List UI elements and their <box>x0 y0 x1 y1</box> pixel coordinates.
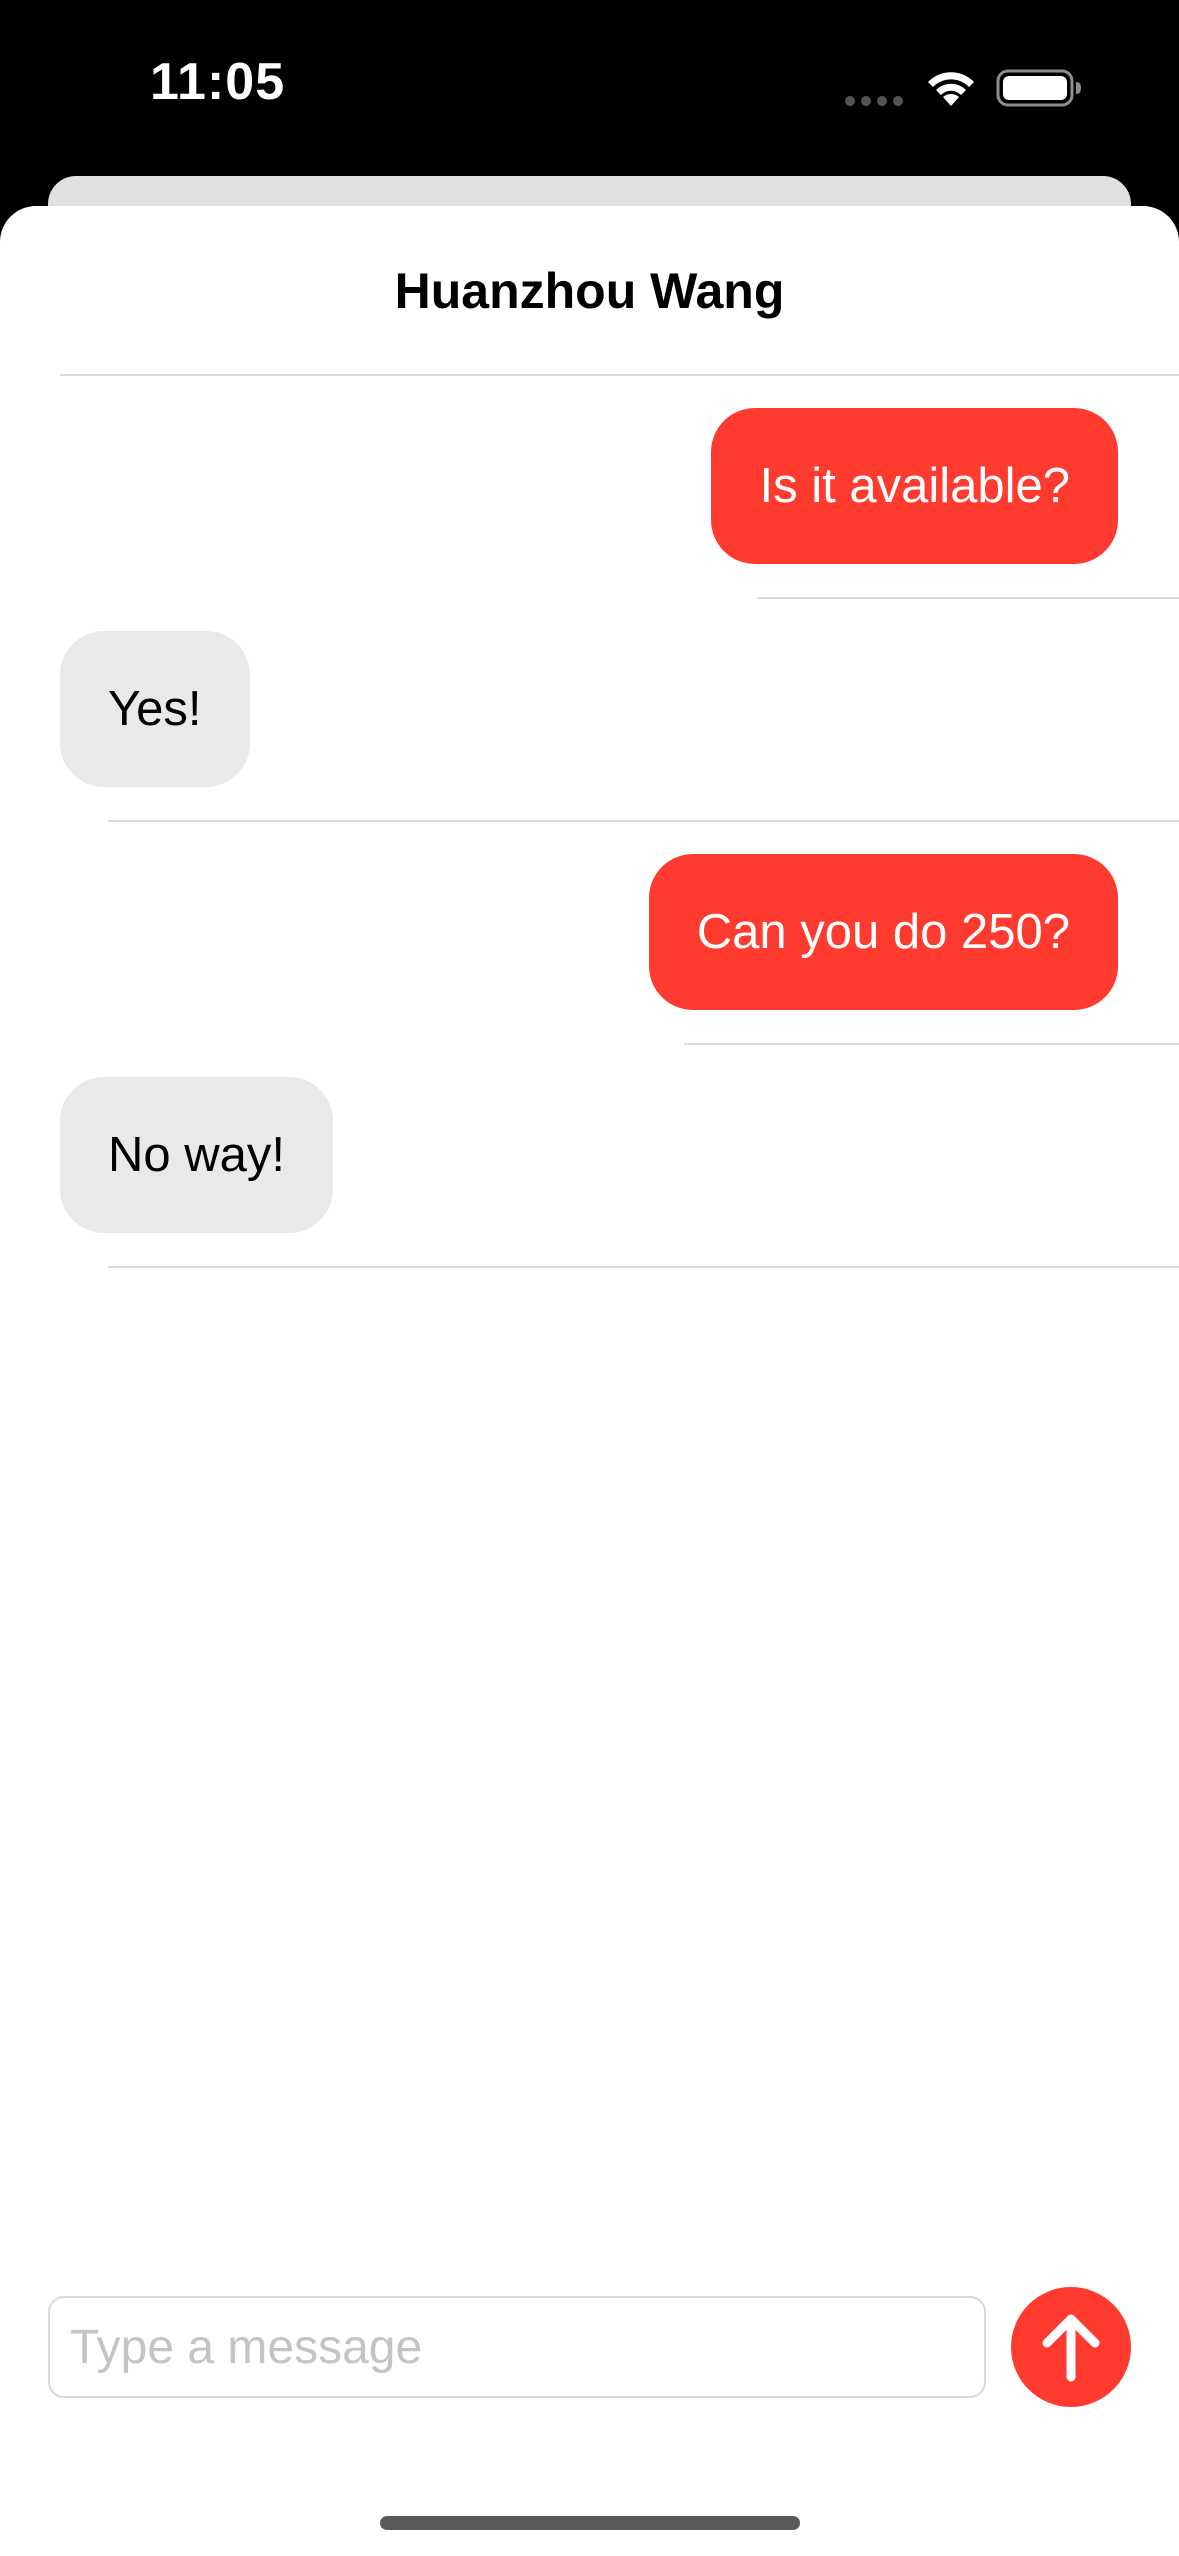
cellular-signal-icon <box>845 96 903 106</box>
status-bar: 11:05 <box>0 0 1179 170</box>
message-divider <box>108 820 1179 822</box>
message-bubble-sent[interactable]: Is it available? <box>711 408 1118 564</box>
message-bubble-sent[interactable]: Can you do 250? <box>648 854 1118 1010</box>
header-divider <box>60 374 1179 376</box>
conversation-sheet: Huanzhou Wang Is it available? Yes! Can … <box>0 206 1179 2556</box>
message-divider <box>108 1266 1179 1268</box>
message-bubble-received[interactable]: No way! <box>60 1077 334 1233</box>
message-input[interactable] <box>48 2296 986 2398</box>
message-divider <box>684 1043 1179 1045</box>
message-bubble-received[interactable]: Yes! <box>60 631 250 787</box>
arrow-up-icon <box>1042 2314 1100 2382</box>
conversation-title: Huanzhou Wang <box>394 263 785 319</box>
send-button[interactable] <box>1011 2287 1131 2407</box>
status-time: 11:05 <box>150 53 286 111</box>
battery-icon <box>996 69 1081 107</box>
message-divider <box>757 597 1179 599</box>
chat-screen: 11:05 Huanzhou Wang Is it available? Yes… <box>0 0 1179 2556</box>
wifi-icon <box>928 72 974 106</box>
home-indicator[interactable] <box>380 2516 800 2530</box>
